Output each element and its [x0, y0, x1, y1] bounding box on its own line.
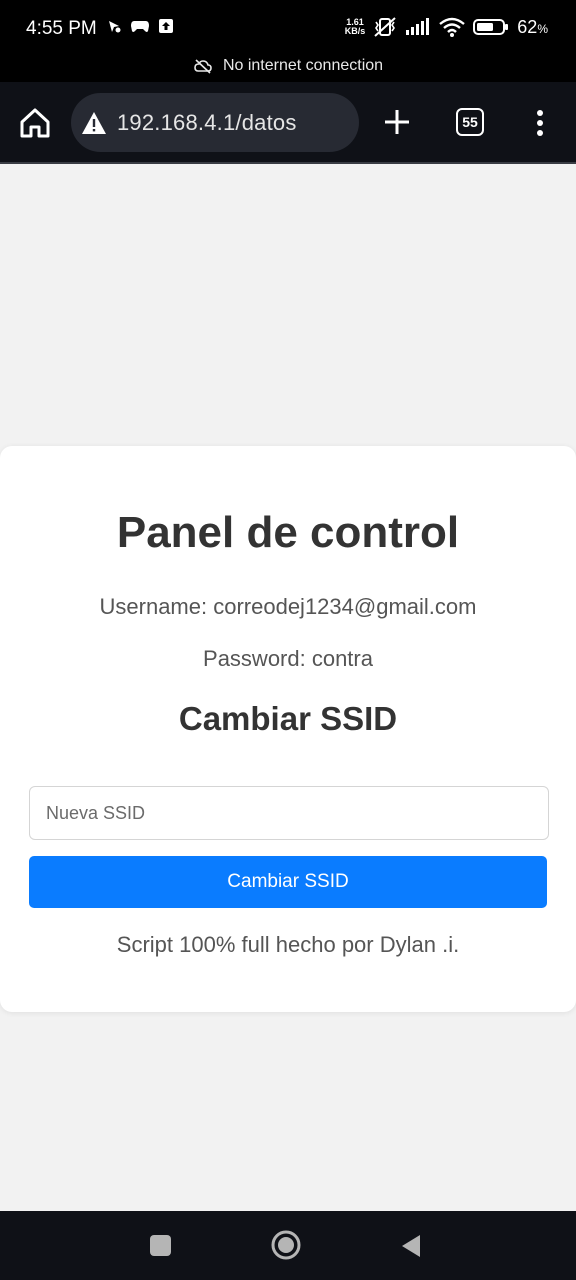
tab-switcher-button[interactable]: 55 — [456, 108, 484, 136]
system-nav-bar — [0, 1211, 576, 1280]
status-system-icons: 1.61 KB/s 62% — [345, 16, 548, 38]
footer-text: Script 100% full hecho por Dylan .i. — [116, 932, 460, 957]
recents-icon[interactable] — [150, 1235, 171, 1256]
new-tab-plus-icon[interactable] — [382, 107, 412, 137]
network-speed: 1.61 KB/s — [345, 18, 366, 36]
home-icon[interactable] — [16, 104, 54, 142]
upload-icon — [159, 19, 173, 33]
offline-banner: No internet connection — [0, 50, 576, 82]
change-ssid-button[interactable]: Cambiar SSID — [29, 856, 547, 908]
url-text[interactable]: 192.168.4.1/datos — [117, 110, 297, 136]
offline-banner-text: No internet connection — [222, 57, 384, 74]
vibrate-off-icon — [374, 17, 396, 37]
browser-toolbar: 192.168.4.1/datos 55 — [0, 82, 576, 164]
gamepad-icon — [131, 21, 149, 32]
app-notification-icon — [109, 21, 121, 33]
battery-icon — [473, 19, 509, 35]
cloud-off-icon — [194, 59, 212, 74]
back-icon[interactable] — [400, 1233, 422, 1259]
battery-percentage-unit: % — [537, 21, 548, 36]
address-bar[interactable]: 192.168.4.1/datos — [71, 93, 359, 152]
status-time: 4:55 PM — [26, 18, 97, 39]
change-ssid-heading: Cambiar SSID — [178, 700, 398, 737]
wifi-icon — [439, 17, 466, 37]
nav-home-icon[interactable] — [270, 1229, 302, 1261]
page-title: Panel de control — [116, 508, 460, 557]
network-speed-unit: KB/s — [344, 26, 366, 36]
status-notification-icons — [106, 18, 174, 34]
not-secure-warning-icon[interactable] — [81, 110, 107, 136]
battery-percentage-value: 62 — [517, 16, 538, 37]
signal-icon — [406, 18, 430, 35]
battery-percentage: 62% — [517, 17, 548, 38]
password-text: Password: contra — [203, 646, 373, 671]
username-text: Username: correodej1234@gmail.com — [99, 594, 477, 619]
control-panel-card: Panel de control Username: correodej1234… — [0, 446, 576, 1012]
new-ssid-input[interactable] — [29, 786, 549, 840]
more-options-icon[interactable] — [528, 104, 552, 142]
